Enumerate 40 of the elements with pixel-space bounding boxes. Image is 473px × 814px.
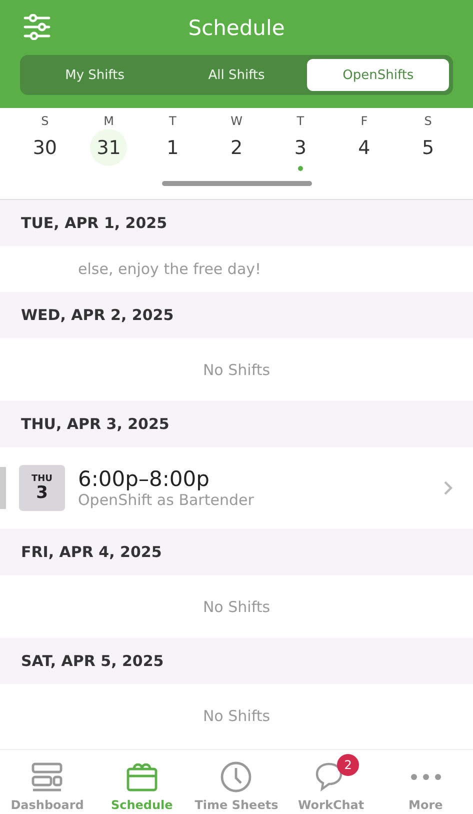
no-shifts-text: No Shifts	[202, 360, 270, 378]
date-item[interactable]: 3	[282, 129, 319, 166]
day-heading: THU, APR 3, 2025	[21, 415, 170, 433]
segment-tab[interactable]: My Shifts	[24, 59, 166, 91]
unread-badge: 2	[337, 754, 360, 776]
weekday-label: M	[104, 114, 114, 128]
weekday-label: F	[360, 114, 368, 128]
shift-row[interactable]: THU 3 6:00p–8:00p OpenShift as Bartender	[0, 447, 473, 529]
segment-tab[interactable]: OpenShifts	[307, 59, 450, 91]
clock-icon	[220, 761, 252, 793]
weekday-label: W	[230, 114, 242, 128]
shift-time: 6:00p–8:00p	[78, 467, 210, 491]
message-text: else, enjoy the free day!	[78, 260, 262, 278]
date-item[interactable]: 31	[90, 129, 128, 166]
date-item[interactable]: 30	[26, 129, 64, 166]
day-heading: SAT, APR 5, 2025	[21, 652, 164, 670]
shift-role: OpenShift as Bartender	[78, 491, 255, 509]
day-heading: TUE, APR 1, 2025	[21, 214, 168, 232]
no-shifts-text: No Shifts	[202, 706, 270, 724]
weekday-label: S	[41, 114, 49, 128]
drag-handle[interactable]	[162, 181, 312, 186]
segment-tab[interactable]: All Shifts	[166, 59, 308, 91]
weekday-label: T	[296, 114, 304, 128]
no-shifts-text: No Shifts	[202, 598, 270, 616]
calendar-icon	[126, 762, 158, 792]
dashboard-icon	[31, 762, 64, 792]
date-badge: THU 3	[19, 465, 65, 511]
screen-title: Schedule	[188, 16, 285, 40]
day-heading: FRI, APR 4, 2025	[21, 543, 162, 561]
more-icon	[410, 773, 442, 781]
filter-icon[interactable]	[23, 14, 51, 40]
day-heading: WED, APR 2, 2025	[21, 306, 174, 324]
date-item[interactable]: 1	[154, 129, 192, 166]
tab-bar-item[interactable]: 2 WorkChat	[284, 750, 378, 814]
chevron-icon	[443, 480, 453, 496]
weekday-label: S	[424, 114, 432, 128]
date-item[interactable]: 2	[218, 129, 255, 166]
date-item[interactable]: 4	[346, 129, 383, 166]
date-item[interactable]: 5	[410, 129, 447, 166]
weekday-label: T	[168, 114, 176, 128]
